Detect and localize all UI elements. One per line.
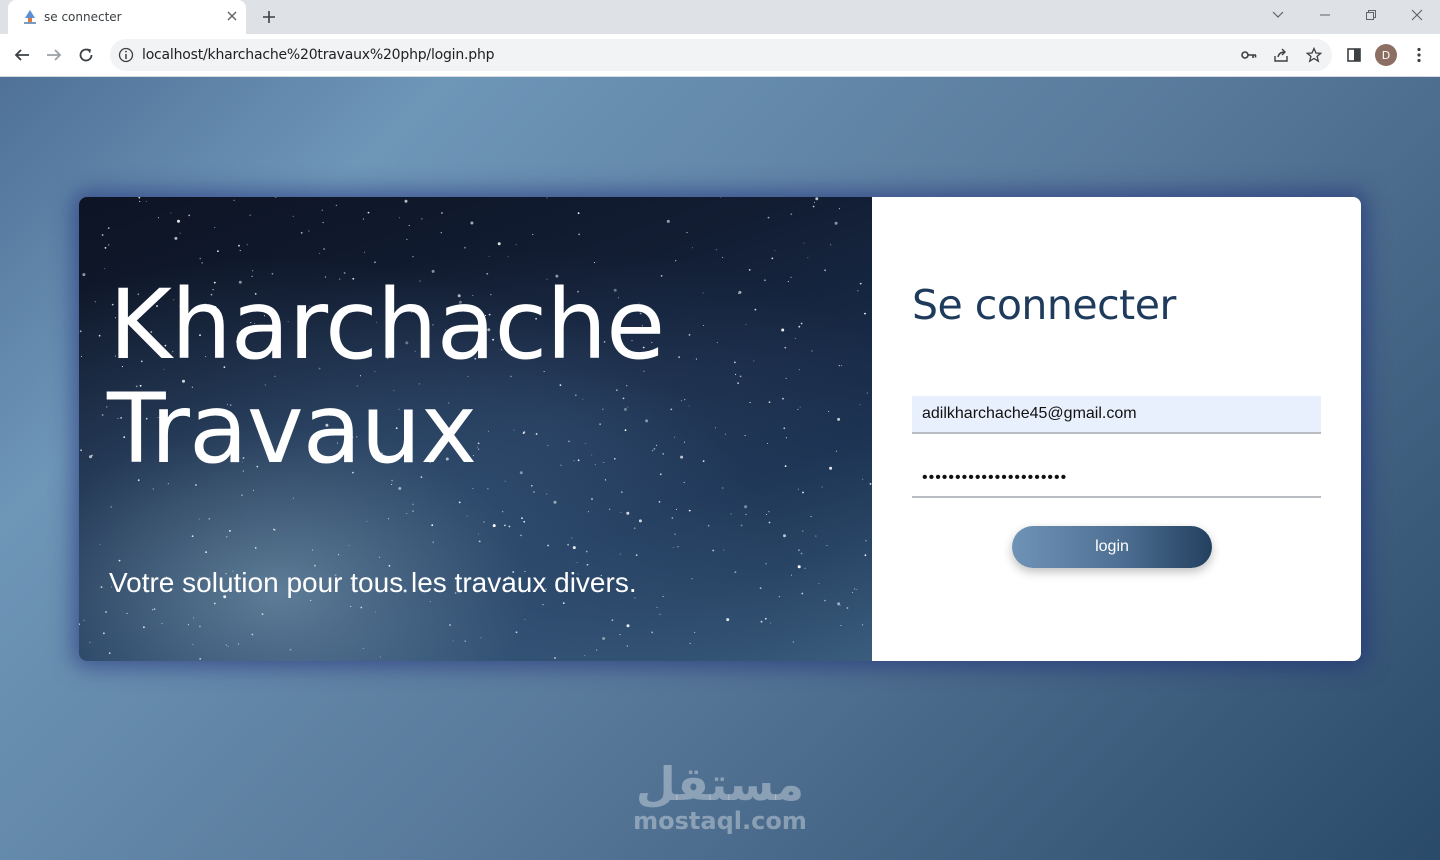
address-bar[interactable]: localhost/kharchache%20travaux%20php/log… bbox=[110, 39, 1332, 71]
email-field[interactable] bbox=[912, 396, 1321, 434]
arrow-right-icon bbox=[47, 49, 62, 61]
close-window-button[interactable] bbox=[1402, 4, 1432, 26]
restore-icon bbox=[1366, 10, 1376, 20]
login-form-panel: Se connecter login bbox=[872, 197, 1361, 661]
watermark-latin: mostaql.com bbox=[633, 807, 807, 835]
tab-search-button[interactable] bbox=[1263, 4, 1293, 26]
url-text: localhost/kharchache%20travaux%20php/log… bbox=[142, 47, 495, 63]
back-button[interactable] bbox=[9, 42, 35, 68]
tab-title: se connecter bbox=[44, 10, 122, 24]
login-button[interactable]: login bbox=[1012, 526, 1212, 568]
side-panel-icon bbox=[1347, 48, 1361, 62]
password-field[interactable] bbox=[912, 460, 1321, 498]
reload-button[interactable] bbox=[73, 42, 99, 68]
restore-button[interactable] bbox=[1356, 4, 1386, 26]
hero-title-line1: Kharchache bbox=[109, 269, 665, 381]
watermark-arabic: مستقل bbox=[635, 757, 805, 811]
mostaql-watermark: مستقل mostaql.com bbox=[632, 759, 808, 833]
kebab-menu-icon bbox=[1417, 47, 1421, 63]
hero-panel: Kharchache Travaux Votre solution pour t… bbox=[79, 197, 872, 661]
key-icon[interactable] bbox=[1240, 46, 1258, 64]
browser-tab[interactable]: se connecter bbox=[8, 0, 246, 34]
plus-icon bbox=[263, 11, 275, 23]
browser-toolbar: localhost/kharchache%20travaux%20php/log… bbox=[0, 34, 1440, 77]
menu-button[interactable] bbox=[1406, 42, 1432, 68]
close-icon bbox=[1411, 9, 1423, 21]
new-tab-button[interactable] bbox=[258, 6, 280, 28]
form-title: Se connecter bbox=[912, 281, 1176, 329]
profile-avatar[interactable]: D bbox=[1375, 44, 1397, 66]
bookmark-star-icon[interactable] bbox=[1305, 46, 1323, 64]
login-card: Kharchache Travaux Votre solution pour t… bbox=[79, 197, 1361, 661]
site-favicon-icon bbox=[24, 10, 36, 24]
minimize-button[interactable] bbox=[1310, 4, 1340, 26]
side-panel-button[interactable] bbox=[1341, 42, 1367, 68]
minimize-icon bbox=[1320, 14, 1330, 16]
hero-tagline: Votre solution pour tous les travaux div… bbox=[109, 567, 637, 598]
share-icon[interactable] bbox=[1272, 46, 1290, 64]
reload-icon bbox=[79, 48, 93, 62]
arrow-left-icon bbox=[14, 49, 29, 61]
info-icon bbox=[118, 47, 134, 63]
hero-title: Kharchache Travaux bbox=[107, 269, 665, 485]
browser-tabstrip: se connecter bbox=[0, 0, 1440, 34]
chevron-down-icon bbox=[1272, 11, 1284, 18]
forward-button[interactable] bbox=[41, 42, 67, 68]
tab-close-icon[interactable] bbox=[224, 8, 240, 24]
hero-title-line2: Travaux bbox=[107, 373, 477, 485]
login-page: Kharchache Travaux Votre solution pour t… bbox=[0, 77, 1440, 860]
